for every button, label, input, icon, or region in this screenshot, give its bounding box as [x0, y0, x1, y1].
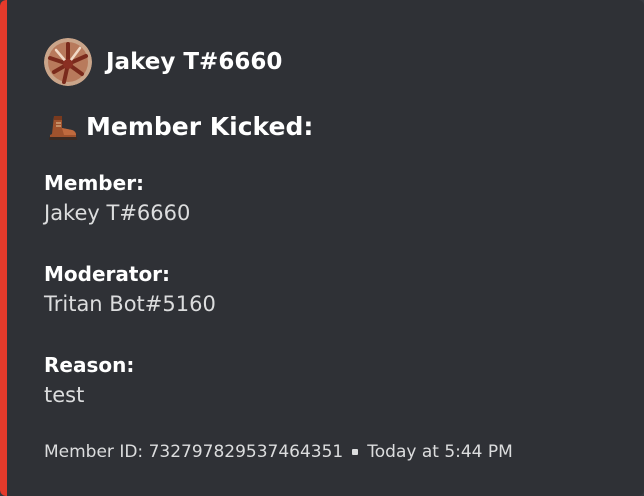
- embed-accent-bar: [0, 0, 7, 496]
- field-value: Jakey T#6660: [44, 201, 191, 225]
- footer-timestamp: Today at 5:44 PM: [367, 442, 513, 462]
- field-reason: Reason: test: [44, 350, 604, 410]
- embed-author: Jakey T#6660: [44, 38, 282, 86]
- avatar-image-icon: [44, 38, 92, 86]
- field-name: Reason:: [44, 353, 135, 377]
- embed-footer: Member ID: 732797829537464351 Today at 5…: [44, 439, 513, 465]
- boot-icon: [44, 108, 80, 144]
- embed-title-text: Member Kicked:: [86, 111, 314, 141]
- footer-member-id: Member ID: 732797829537464351: [44, 442, 344, 462]
- field-name: Moderator:: [44, 262, 171, 286]
- author-avatar[interactable]: [44, 38, 92, 86]
- author-name[interactable]: Jakey T#6660: [106, 49, 282, 75]
- field-value: test: [44, 383, 85, 407]
- footer-separator: [352, 449, 359, 455]
- embed-title: Member Kicked:: [44, 106, 313, 146]
- field-member: Member: Jakey T#6660: [44, 168, 604, 228]
- kick-log-embed: Jakey T#6660 Member Kicked: Member: Jake…: [0, 0, 644, 496]
- field-name: Member:: [44, 171, 145, 195]
- field-value: Tritan Bot#5160: [44, 292, 216, 316]
- field-moderator: Moderator: Tritan Bot#5160: [44, 259, 604, 319]
